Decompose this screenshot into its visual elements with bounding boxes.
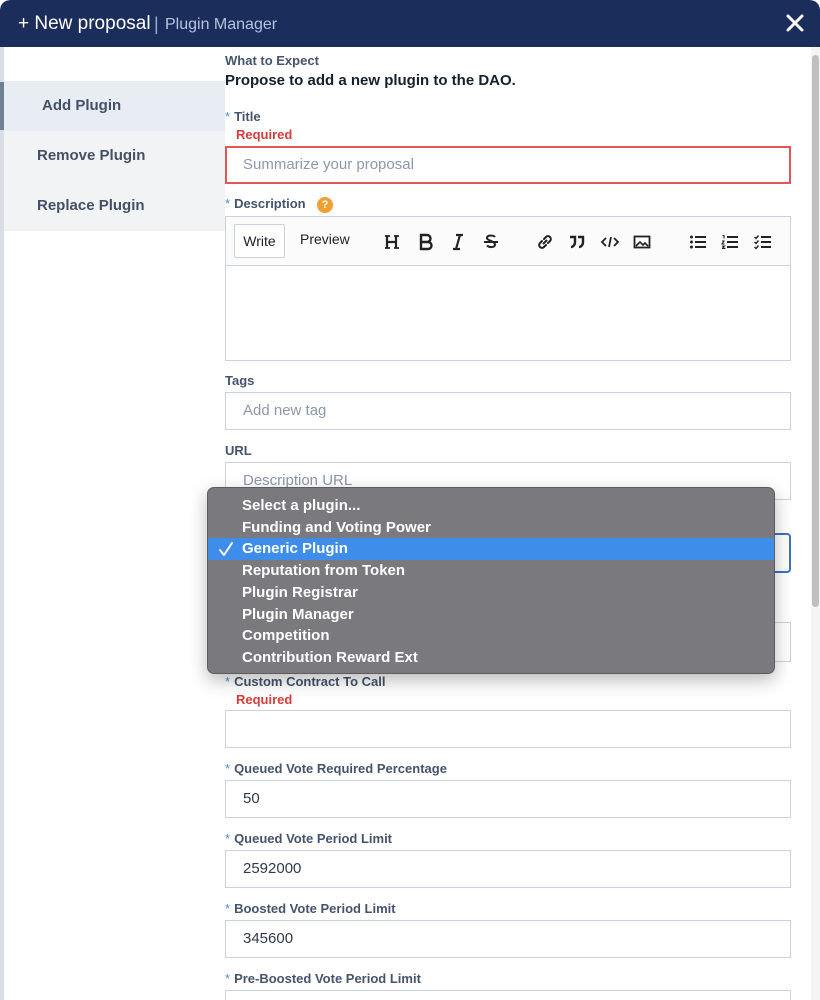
dropdown-option[interactable]: Contribution Reward Ext [208, 647, 774, 669]
required-star: * [225, 109, 231, 124]
strikethrough-icon[interactable] [481, 232, 501, 252]
tags-input[interactable]: Add new tag [225, 392, 791, 430]
scrollbar[interactable] [811, 47, 820, 1000]
sidebar-item-replace-plugin[interactable]: Replace Plugin [4, 181, 225, 231]
link-icon[interactable] [535, 232, 555, 252]
bullet-list-icon[interactable] [688, 232, 708, 252]
plugin-select-dropdown[interactable]: Select a plugin... Funding and Voting Po… [207, 487, 775, 674]
close-icon[interactable] [783, 9, 807, 37]
dropdown-option[interactable]: Reputation from Token [208, 560, 774, 582]
new-proposal-modal: + New proposal | Plugin Manager Add Plug… [0, 0, 820, 1000]
editor-toolbar: Write Preview [225, 216, 791, 266]
tab-write[interactable]: Write [234, 224, 285, 258]
checklist-icon[interactable] [753, 232, 773, 252]
queued-vote-period-limit-input[interactable]: 2592000 [225, 850, 791, 888]
sidebar-item-remove-plugin[interactable]: Remove Plugin [4, 131, 225, 181]
what-to-expect-text: Propose to add a new plugin to the DAO. [225, 72, 516, 89]
numbered-list-icon[interactable] [720, 232, 740, 252]
plugin-select-edge [774, 533, 791, 573]
pre-boosted-vote-period-limit-input[interactable] [225, 990, 791, 1000]
image-icon[interactable] [632, 232, 652, 252]
plugin-manager-subtitle: Plugin Manager [165, 16, 278, 33]
modal-title: + New proposal [18, 13, 151, 34]
italic-icon[interactable] [448, 232, 468, 252]
required-star: * [225, 196, 231, 211]
required-star: * [225, 901, 231, 916]
custom-contract-required-text: Required [236, 692, 293, 707]
custom-contract-label: * Custom Contract To Call [225, 674, 386, 689]
description-textarea[interactable] [225, 265, 791, 361]
plugin-action-sidebar: Add Plugin Remove Plugin Replace Plugin [4, 81, 225, 231]
custom-contract-input[interactable] [225, 710, 791, 748]
dropdown-option[interactable]: Funding and Voting Power [208, 517, 774, 539]
quote-icon[interactable] [567, 232, 587, 252]
boosted-vote-period-limit-input[interactable]: 345600 [225, 920, 791, 958]
title-label: * Title [225, 109, 261, 124]
scrollbar-thumb[interactable] [812, 55, 819, 607]
dropdown-option-selected[interactable]: Generic Plugin [208, 538, 774, 560]
dropdown-option[interactable]: Competition [208, 625, 774, 647]
required-star: * [225, 674, 231, 689]
heading-icon[interactable] [383, 232, 403, 252]
bold-icon[interactable] [416, 232, 436, 252]
required-star: * [225, 971, 231, 986]
what-to-expect-heading: What to Expect [225, 53, 319, 68]
modal-header: + New proposal | Plugin Manager [0, 0, 820, 47]
tab-preview[interactable]: Preview [300, 231, 350, 247]
checkmark-icon [219, 542, 233, 556]
title-required-text: Required [236, 127, 293, 142]
sidebar-item-label: Remove Plugin [37, 147, 146, 164]
required-star: * [225, 761, 231, 776]
help-icon[interactable]: ? [317, 197, 333, 213]
url-label: URL [225, 443, 252, 458]
code-icon[interactable] [600, 232, 620, 252]
title-input[interactable]: Summarize your proposal [225, 146, 791, 184]
dropdown-option[interactable]: Select a plugin... [208, 495, 774, 517]
sidebar-item-add-plugin[interactable]: Add Plugin [4, 81, 225, 131]
sidebar-item-label: Add Plugin [42, 97, 122, 114]
queued-vote-required-percentage-label: * Queued Vote Required Percentage [225, 761, 447, 776]
queued-vote-period-limit-label: * Queued Vote Period Limit [225, 831, 393, 846]
boosted-vote-period-limit-label: * Boosted Vote Period Limit [225, 901, 396, 916]
pre-boosted-vote-period-limit-label: * Pre-Boosted Vote Period Limit [225, 971, 421, 986]
sidebar-item-label: Replace Plugin [37, 197, 145, 214]
dropdown-option[interactable]: Plugin Registrar [208, 582, 774, 604]
description-label: * Description [225, 196, 306, 211]
queued-vote-required-percentage-input[interactable]: 50 [225, 780, 791, 818]
dropdown-option[interactable]: Plugin Manager [208, 604, 774, 626]
hidden-field-edge [774, 622, 791, 662]
required-star: * [225, 831, 231, 846]
tags-label: Tags [225, 373, 255, 388]
title-separator: | [154, 14, 159, 34]
